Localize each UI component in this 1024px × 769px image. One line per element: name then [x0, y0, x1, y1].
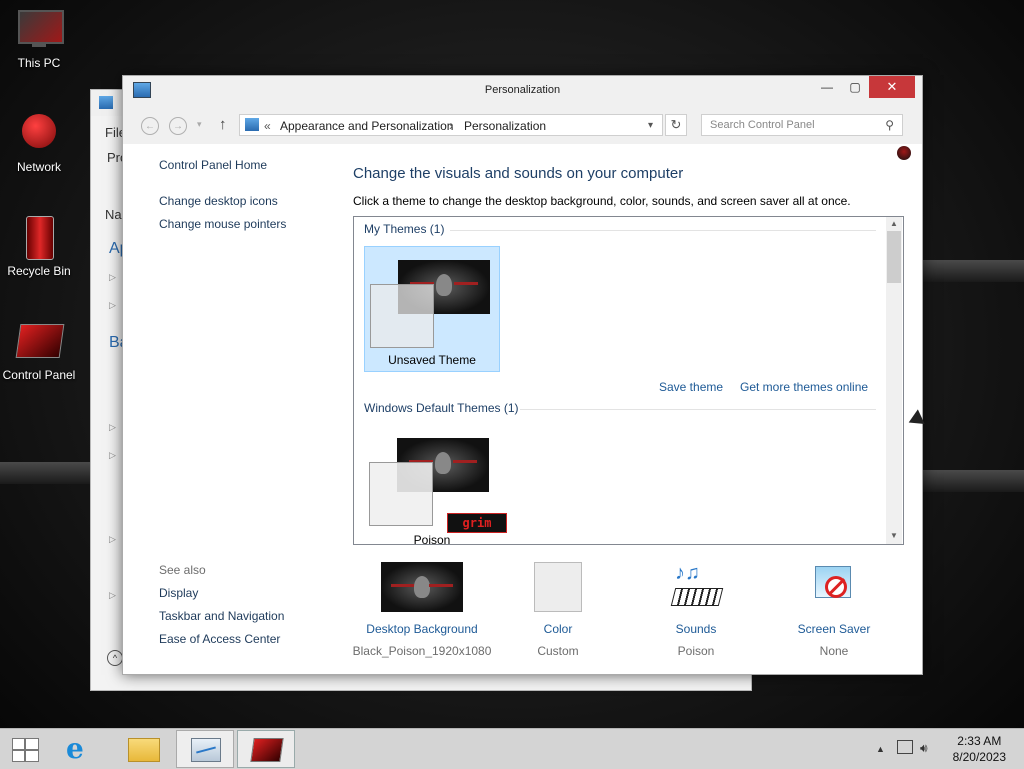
refresh-button[interactable]: ↻: [665, 114, 687, 136]
expand-arrow-icon[interactable]: ▷: [109, 300, 116, 311]
desktop-icon-recycle-bin[interactable]: Recycle Bin: [1, 216, 77, 278]
theme-name: Unsaved Theme: [388, 353, 476, 367]
windows-logo-icon: [12, 738, 39, 762]
maximize-button[interactable]: ▢: [841, 76, 869, 98]
color-setting[interactable]: Color Custom: [483, 562, 633, 658]
recycle-bin-icon: [16, 216, 62, 260]
control-panel-icon: [15, 320, 65, 362]
screen-saver-icon: [811, 562, 857, 612]
title-bar[interactable]: Personalization — ▢ ✕: [123, 76, 922, 104]
recent-pages-dropdown-icon[interactable]: ▾: [197, 119, 202, 130]
close-button[interactable]: ✕: [869, 76, 915, 98]
page-heading: Change the visuals and sounds on your co…: [353, 165, 684, 182]
desktop-icon-this-pc[interactable]: This PC: [1, 8, 77, 70]
desktop-background-setting[interactable]: Desktop Background Black_Poison_1920x108…: [347, 562, 497, 658]
theme-badge: grim: [447, 513, 507, 533]
scroll-up-arrow-icon[interactable]: ▲: [886, 219, 902, 228]
breadcrumb-separator[interactable]: ›: [449, 119, 453, 133]
show-hidden-icons-icon[interactable]: ▲: [876, 744, 885, 754]
control-panel-icon: [250, 738, 284, 762]
expand-arrow-icon[interactable]: ▷: [109, 450, 116, 461]
this-pc-icon: [16, 8, 64, 50]
get-more-themes-link[interactable]: Get more themes online: [740, 380, 868, 394]
collapse-icon[interactable]: ^: [107, 650, 123, 666]
taskbar-file-explorer[interactable]: [114, 730, 172, 768]
volume-icon[interactable]: 🔊︎: [920, 741, 928, 756]
expand-arrow-icon[interactable]: ▷: [109, 534, 116, 545]
theme-unsaved[interactable]: Unsaved Theme: [364, 246, 500, 372]
theme-name: Poison: [413, 533, 451, 545]
sounds-value: Poison: [677, 644, 715, 658]
taskbar-control-panel[interactable]: [237, 730, 295, 768]
display-link[interactable]: Display: [159, 586, 198, 600]
change-desktop-icons-link[interactable]: Change desktop icons: [159, 194, 278, 208]
monitor-icon: [191, 738, 221, 762]
theme-list-scrollbar[interactable]: ▲ ▼: [886, 217, 902, 544]
control-panel-home-link[interactable]: Control Panel Home: [159, 158, 267, 172]
desktop-icon-control-panel[interactable]: Control Panel: [1, 320, 77, 382]
scrollbar-thumb[interactable]: [887, 231, 901, 283]
address-bar[interactable]: « Appearance and Personalization › Perso…: [239, 114, 663, 136]
wallpaper-thumbnail: [381, 562, 463, 612]
scroll-down-arrow-icon[interactable]: ▼: [886, 531, 902, 540]
sounds-label[interactable]: Sounds: [621, 622, 771, 636]
internet-explorer-icon: e: [66, 732, 84, 765]
expand-arrow-icon[interactable]: ▷: [109, 590, 116, 601]
expand-arrow-icon[interactable]: ▷: [109, 272, 116, 283]
forward-button[interactable]: →: [169, 117, 187, 135]
search-box[interactable]: ⚲: [701, 114, 903, 136]
taskbar-internet-explorer[interactable]: e: [56, 730, 114, 768]
change-mouse-pointers-link[interactable]: Change mouse pointers: [159, 217, 286, 231]
folder-icon: [128, 738, 160, 762]
screen-saver-label[interactable]: Screen Saver: [759, 622, 909, 636]
window-title: Personalization: [484, 84, 561, 96]
default-themes-group-label: Windows Default Themes (1): [364, 401, 519, 415]
screen-saver-setting[interactable]: Screen Saver None: [759, 562, 909, 658]
sounds-setting[interactable]: ♪♫ Sounds Poison: [621, 562, 771, 658]
expand-arrow-icon[interactable]: ▷: [109, 422, 116, 433]
desktop-background-value: Black_Poison_1920x1080: [352, 644, 492, 658]
page-description: Click a theme to change the desktop back…: [353, 194, 851, 208]
clock-date: 8/20/2023: [952, 750, 1006, 764]
screen-saver-value: None: [819, 644, 849, 658]
start-button[interactable]: [0, 730, 58, 768]
network-icon: [16, 112, 62, 154]
navigation-bar: ← → ▾ ↑ « Appearance and Personalization…: [123, 104, 922, 144]
group-divider: [450, 230, 876, 231]
theme-poison[interactable]: grim Poison: [364, 425, 507, 545]
control-panel-icon: [245, 118, 259, 131]
back-button[interactable]: ←: [141, 117, 159, 135]
ease-of-access-center-link[interactable]: Ease of Access Center: [159, 632, 280, 646]
color-swatch: [534, 562, 582, 612]
background-window-icon: [99, 96, 113, 109]
theme-color-preview: [369, 462, 433, 526]
theme-color-preview: [370, 284, 434, 348]
taskbar: e ▲ 🔊︎ 2:33 AM 8/20/2023: [0, 728, 1024, 769]
network-status-icon[interactable]: [897, 740, 913, 754]
group-divider: [520, 409, 876, 410]
desktop-background-label[interactable]: Desktop Background: [347, 622, 497, 636]
my-themes-group-label: My Themes (1): [364, 222, 445, 236]
breadcrumb-personalization[interactable]: Personalization: [464, 119, 546, 133]
color-label[interactable]: Color: [483, 622, 633, 636]
clock-time: 2:33 AM: [957, 734, 1002, 748]
save-theme-link[interactable]: Save theme: [659, 380, 723, 394]
search-input[interactable]: [708, 118, 872, 132]
user-avatar-icon[interactable]: [897, 146, 911, 160]
theme-list[interactable]: My Themes (1) Unsaved Theme Save theme G…: [353, 216, 904, 545]
desktop-icon-network[interactable]: Network: [1, 112, 77, 174]
address-history-dropdown-icon[interactable]: ▾: [648, 120, 653, 131]
system-clock[interactable]: 2:33 AM 8/20/2023: [953, 733, 1006, 765]
taskbar-resource-monitor[interactable]: [176, 730, 234, 768]
sounds-icon: ♪♫: [670, 562, 724, 612]
personalization-window: Personalization — ▢ ✕ ← → ▾ ↑ « Appearan…: [122, 75, 923, 675]
breadcrumb-appearance-and-personalization[interactable]: Appearance and Personalization: [280, 119, 453, 133]
up-button[interactable]: ↑: [219, 116, 227, 133]
color-value: Custom: [537, 644, 579, 658]
taskbar-and-navigation-link[interactable]: Taskbar and Navigation: [159, 609, 284, 623]
breadcrumb-overflow[interactable]: «: [264, 119, 271, 133]
see-also-label: See also: [159, 563, 206, 577]
search-icon[interactable]: ⚲: [885, 118, 894, 132]
minimize-button[interactable]: —: [813, 76, 841, 98]
